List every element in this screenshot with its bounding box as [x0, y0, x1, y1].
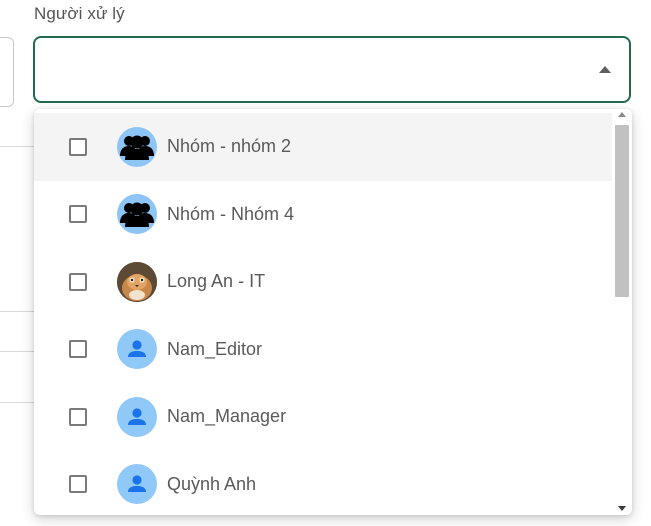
- option-checkbox[interactable]: [69, 340, 87, 359]
- option-checkbox[interactable]: [69, 407, 87, 426]
- scrollbar-thumb[interactable]: [615, 125, 629, 297]
- option-item[interactable]: Nhóm - nhóm 2: [34, 113, 612, 181]
- page: Người xử lý Nhóm - nhóm 2 Nhóm - Nhóm 4 …: [0, 0, 651, 526]
- person-icon: [117, 464, 157, 505]
- option-item[interactable]: Nhóm - Nhóm 4: [34, 181, 612, 249]
- background-divider: [0, 402, 36, 403]
- background-input: [0, 37, 14, 107]
- assignee-select[interactable]: [33, 36, 631, 103]
- assignee-field-label: Người xử lý: [34, 4, 125, 23]
- person-icon: [117, 396, 157, 437]
- option-checkbox[interactable]: [69, 475, 87, 494]
- background-divider: [0, 146, 36, 147]
- option-label: Nhóm - Nhóm 4: [167, 203, 295, 224]
- scroll-down-arrow-icon[interactable]: [618, 506, 626, 511]
- group-icon: [117, 126, 157, 167]
- photo-avatar: [117, 261, 157, 302]
- option-checkbox[interactable]: [69, 205, 87, 224]
- option-label: Nhóm - nhóm 2: [167, 136, 292, 157]
- option-label: Nam_Editor: [167, 338, 263, 359]
- person-icon: [117, 329, 157, 370]
- background-divider: [0, 311, 36, 312]
- option-label: Quỳnh Anh: [167, 473, 257, 494]
- option-item[interactable]: Long An - IT: [34, 248, 612, 316]
- option-checkbox[interactable]: [69, 137, 87, 156]
- group-icon: [117, 194, 157, 235]
- caret-up-icon[interactable]: [599, 66, 611, 73]
- option-item[interactable]: Nam_Editor: [34, 316, 612, 384]
- option-label: Nam_Manager: [167, 406, 287, 427]
- option-label: Long An - IT: [167, 271, 266, 292]
- option-checkbox[interactable]: [69, 272, 87, 291]
- option-list: Nhóm - nhóm 2 Nhóm - Nhóm 4 Long An - IT…: [34, 113, 612, 515]
- option-item[interactable]: Quỳnh Anh: [34, 451, 612, 516]
- assignee-dropdown-list[interactable]: Nhóm - nhóm 2 Nhóm - Nhóm 4 Long An - IT…: [34, 109, 632, 515]
- scroll-up-arrow-icon[interactable]: [618, 112, 626, 117]
- dropdown-scrollbar[interactable]: [612, 109, 632, 515]
- background-divider: [0, 351, 36, 352]
- option-item[interactable]: Nam_Manager: [34, 383, 612, 451]
